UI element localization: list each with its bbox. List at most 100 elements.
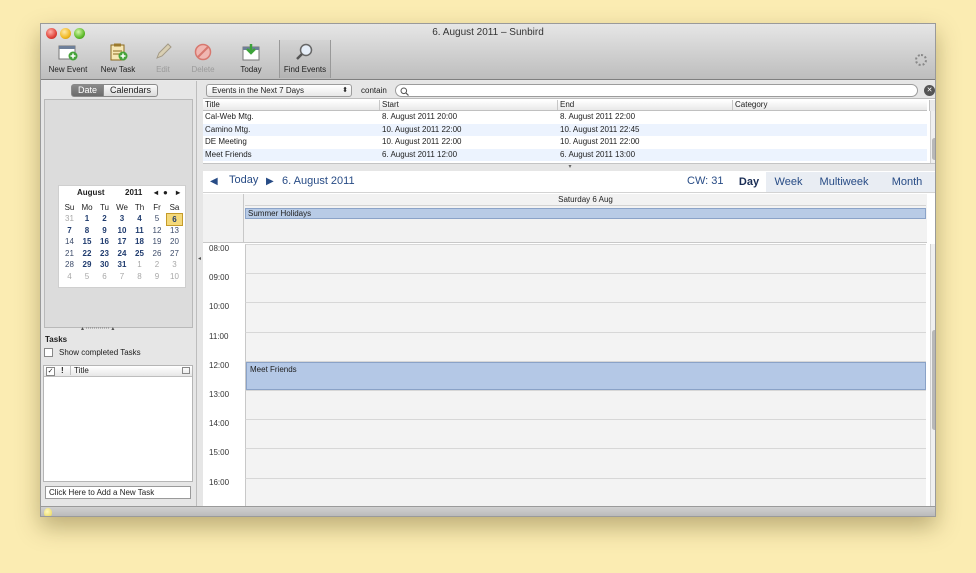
day-cell[interactable]: 26	[149, 248, 166, 259]
scrollbar-thumb[interactable]	[932, 330, 935, 430]
day-cell[interactable]: 5	[79, 271, 96, 282]
day-cell[interactable]: 31	[114, 259, 131, 270]
day-cell[interactable]: 11	[131, 225, 148, 236]
day-time-grid[interactable]: 08:00 09:00 10:00 11:00 12:00 13:00 14:0…	[203, 244, 927, 506]
new-task-input[interactable]: Click Here to Add a New Task	[45, 486, 191, 499]
column-title[interactable]: Title	[203, 100, 380, 110]
delete-button[interactable]: Delete	[183, 40, 223, 78]
edit-button[interactable]: Edit	[145, 40, 181, 78]
day-cell[interactable]: 1	[131, 259, 148, 270]
clear-search-icon[interactable]: ✕	[924, 85, 935, 96]
day-cell[interactable]: 10	[114, 225, 131, 236]
day-cell[interactable]: 2	[96, 213, 113, 224]
search-input[interactable]	[395, 84, 918, 97]
day-cell[interactable]: 31	[61, 213, 78, 224]
column-picker-icon[interactable]	[182, 367, 190, 374]
prev-month-icon[interactable]: ◂	[154, 188, 158, 197]
day-cell[interactable]: 15	[79, 236, 96, 247]
day-cell[interactable]: 29	[79, 259, 96, 270]
day-cell[interactable]: 28	[61, 259, 78, 270]
sidebar-splitter[interactable]: ◂	[196, 81, 203, 506]
day-cell[interactable]: 4	[131, 213, 148, 224]
day-cell[interactable]: 16	[96, 236, 113, 247]
time-slot[interactable]	[245, 390, 926, 420]
task-title-column[interactable]: Title	[70, 366, 89, 375]
day-cell[interactable]: 8	[79, 225, 96, 236]
table-row[interactable]: Camino Mtg. 10. August 2011 22:00 10. Au…	[203, 123, 927, 136]
time-slot[interactable]	[245, 273, 926, 303]
day-cell[interactable]: 9	[149, 271, 166, 282]
day-cell[interactable]: 6	[96, 271, 113, 282]
day-cell[interactable]: 5	[149, 213, 166, 224]
table-row[interactable]: Cal-Web Mtg. 8. August 2011 20:00 8. Aug…	[203, 111, 927, 124]
new-event-button[interactable]: New Event	[45, 40, 91, 78]
event-range-select[interactable]: Events in the Next 7 Days ⬍	[206, 84, 352, 97]
day-cell[interactable]: 10	[166, 271, 183, 282]
go-today-link[interactable]: Today	[229, 174, 258, 186]
day-cell[interactable]: 7	[114, 271, 131, 282]
time-slot[interactable]	[245, 302, 926, 332]
day-cell[interactable]: 25	[131, 248, 148, 259]
show-completed-checkbox[interactable]: Show completed Tasks	[44, 347, 141, 358]
time-slot[interactable]	[245, 331, 926, 361]
day-cell[interactable]: 3	[114, 213, 131, 224]
today-button[interactable]: Today	[231, 40, 271, 78]
column-end[interactable]: End	[558, 100, 733, 110]
day-cell[interactable]: 27	[166, 248, 183, 259]
day-cell[interactable]: 24	[114, 248, 131, 259]
day-column-label[interactable]: Saturday 6 Aug	[245, 194, 926, 206]
day-cell[interactable]: 2	[149, 259, 166, 270]
column-category[interactable]: Category	[733, 100, 923, 110]
tab-date[interactable]: Date	[71, 84, 105, 97]
task-done-column-icon[interactable]: ✓	[46, 367, 55, 376]
day-cell[interactable]: 22	[79, 248, 96, 259]
tab-week[interactable]: Week	[766, 172, 811, 192]
next-day-icon[interactable]: ▶	[266, 176, 274, 187]
day-cell[interactable]: 17	[114, 236, 131, 247]
time-slot[interactable]	[245, 419, 926, 449]
tab-month[interactable]: Month	[877, 172, 935, 192]
next-month-icon[interactable]: ▸	[176, 188, 180, 197]
time-slot[interactable]	[245, 448, 926, 478]
column-start[interactable]: Start	[380, 100, 558, 110]
splitter-grip-icon[interactable]: ▴ ⋯⋯⋯⋯ ▴	[81, 325, 114, 332]
pane-splitter-icon[interactable]: ▾	[203, 163, 935, 171]
allday-event[interactable]: Summer Holidays	[245, 208, 926, 219]
day-cell[interactable]: 8	[131, 271, 148, 282]
day-view-scrollbar[interactable]	[930, 244, 935, 506]
scrollbar-thumb[interactable]	[932, 138, 935, 160]
lightbulb-icon[interactable]	[44, 508, 52, 516]
collapse-arrow-icon[interactable]: ◂	[198, 255, 201, 262]
table-row[interactable]: Meet Friends 6. August 2011 12:00 6. Aug…	[203, 148, 927, 161]
day-cell[interactable]: 1	[79, 213, 96, 224]
tab-multiweek[interactable]: Multiweek	[811, 172, 877, 192]
day-cell[interactable]: 13	[166, 225, 183, 236]
day-cell[interactable]: 7	[61, 225, 78, 236]
calendar-event[interactable]: Meet Friends	[246, 362, 926, 390]
tab-calendars[interactable]: Calendars	[104, 84, 159, 97]
day-cell[interactable]: 18	[131, 236, 148, 247]
day-cell[interactable]: 30	[96, 259, 113, 270]
task-list[interactable]: ✓ ! Title	[43, 365, 193, 482]
task-priority-column[interactable]: !	[61, 366, 64, 375]
day-cell[interactable]: 19	[149, 236, 166, 247]
previous-day-icon[interactable]: ◀	[210, 176, 218, 187]
new-task-button[interactable]: New Task	[96, 40, 140, 78]
time-slot[interactable]	[245, 244, 926, 274]
day-cell[interactable]: 21	[61, 248, 78, 259]
table-row[interactable]: DE Meeting 10. August 2011 22:00 10. Aug…	[203, 136, 927, 149]
today-dot-icon[interactable]: ●	[163, 188, 168, 197]
day-cell[interactable]: 12	[149, 225, 166, 236]
event-columns-picker-icon[interactable]	[929, 100, 935, 111]
day-cell[interactable]: 3	[166, 259, 183, 270]
checkbox-icon[interactable]	[44, 348, 53, 357]
find-events-button[interactable]: Find Events	[279, 40, 331, 78]
day-cell[interactable]: 4	[61, 271, 78, 282]
day-cell[interactable]: 20	[166, 236, 183, 247]
day-cell[interactable]: 23	[96, 248, 113, 259]
event-list-scrollbar[interactable]	[930, 111, 935, 163]
time-slot[interactable]	[245, 477, 926, 506]
day-cell[interactable]: 14	[61, 236, 78, 247]
day-cell[interactable]: 9	[96, 225, 113, 236]
tab-day[interactable]: Day	[732, 172, 766, 192]
